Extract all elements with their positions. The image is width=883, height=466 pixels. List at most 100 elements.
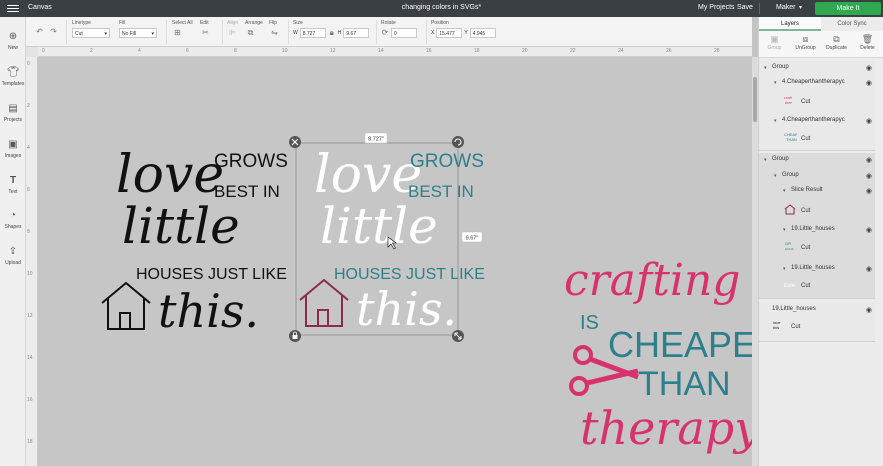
sidebar-item-projects[interactable]: ▤ Projects: [0, 103, 26, 123]
scrollbar-thumb[interactable]: [753, 77, 757, 122]
arrange-icon[interactable]: ⧉: [245, 28, 256, 38]
eye-icon[interactable]: ◉: [866, 117, 872, 125]
layer-row-group[interactable]: ▾ Group ◉: [759, 172, 875, 182]
ruler-tick-label: 0: [27, 61, 30, 67]
layer-row-slice-result[interactable]: ▾ Slice Result ◉: [759, 187, 875, 197]
delete-button[interactable]: 🗑︎ Delete: [852, 31, 883, 57]
y-input[interactable]: 4.945: [469, 28, 496, 38]
redo-icon[interactable]: ↷: [48, 27, 59, 37]
selected-design[interactable]: love GROWS BEST IN little HOUSES JUST LI…: [289, 132, 485, 342]
tab-layers[interactable]: Layers: [759, 17, 821, 31]
ruler-tick-label: 2: [90, 48, 93, 54]
lock-icon[interactable]: 🔒︎: [328, 28, 336, 38]
flip-label: Flip: [269, 20, 278, 26]
layer-name: Cut: [791, 324, 801, 330]
layer-name: Cut: [801, 99, 811, 105]
left-grows-text: GROWS: [214, 151, 288, 172]
layer-row-cut[interactable]: GR HOUS Cut: [759, 238, 875, 260]
chevron-down-icon[interactable]: ▾: [774, 118, 777, 124]
duplicate-button-label: Duplicate: [826, 45, 847, 51]
image-icon: ▣: [8, 139, 18, 150]
layer-row-little-houses[interactable]: ▾ 19.Little_houses ◉: [759, 265, 875, 275]
layer-row-cut[interactable]: love Cut: [759, 279, 875, 297]
my-projects-link[interactable]: My Projects: [698, 4, 735, 11]
layer-name: 19.Little_houses: [772, 306, 816, 312]
tab-color-sync[interactable]: Color Sync: [821, 17, 883, 31]
shirt-icon: 👕︎: [7, 67, 20, 78]
sidebar-item-text[interactable]: T Text: [0, 175, 26, 195]
left-love-text: love: [116, 145, 224, 205]
left-design[interactable]: love GROWS BEST IN little HOUSES JUST LI…: [101, 145, 288, 338]
rotate-handle-icon[interactable]: [452, 136, 464, 148]
rotate-icon: ⟳: [381, 28, 389, 37]
linetype-group: Linetype Cut ▾: [72, 20, 110, 38]
sidebar-item-upload[interactable]: ⇪ Upload: [0, 246, 26, 266]
sidebar-item-shapes[interactable]: ◔ Shapes: [0, 210, 26, 230]
linetype-label: Linetype: [72, 20, 91, 26]
layer-row-cut[interactable]: Cut: [759, 200, 875, 222]
group-button[interactable]: ▣ Group: [759, 31, 790, 57]
chevron-down-icon[interactable]: ▾: [774, 173, 777, 179]
width-dimension-label: 8.727": [368, 137, 384, 143]
ruler-tick-label: 16: [426, 48, 432, 54]
width-input[interactable]: 8.727: [299, 28, 326, 38]
sidebar-item-templates[interactable]: 👕︎ Templates: [0, 67, 26, 87]
eye-icon[interactable]: ◉: [866, 172, 872, 180]
scissors-icon[interactable]: ✂: [200, 28, 211, 38]
machine-select[interactable]: Maker: [776, 4, 795, 11]
layer-row-little-houses[interactable]: ▾ 19.Little_houses ◉: [759, 226, 875, 236]
fill-value: No Fill: [122, 31, 137, 37]
layer-row-group[interactable]: ▾ Group ◉: [759, 156, 875, 166]
eye-icon[interactable]: ◉: [866, 79, 872, 87]
right-cheaper-text: CHEAPER: [608, 324, 752, 365]
layers-panel: Layers Color Sync ▣ Group ⧈ UnGroup ⧉ Dupli…: [758, 17, 883, 466]
eye-icon[interactable]: ◉: [866, 187, 872, 195]
layer-row-little-houses[interactable]: 19.Little_houses ◉: [759, 306, 875, 316]
linetype-select[interactable]: Cut ▾: [72, 28, 110, 38]
layer-row-cut[interactable]: love this Cut: [759, 318, 875, 338]
layer-row-cut[interactable]: CHEAP THAN Cut: [759, 130, 875, 150]
chevron-down-icon[interactable]: ▾: [764, 65, 767, 71]
delete-handle-icon[interactable]: [289, 136, 301, 148]
arrange-group: Arrange ⧉: [245, 20, 263, 38]
lock-handle-icon[interactable]: [289, 330, 301, 342]
undo-icon[interactable]: ↶: [34, 27, 45, 37]
chevron-down-icon[interactable]: ▾: [799, 4, 802, 11]
eye-icon[interactable]: ◉: [866, 265, 872, 273]
height-input[interactable]: 9.67: [343, 28, 370, 38]
chevron-down-icon[interactable]: ▾: [764, 157, 767, 163]
topbar-divider: [759, 3, 760, 14]
select-all-icon[interactable]: ⊞: [172, 28, 183, 38]
rotate-input[interactable]: 0: [391, 28, 417, 38]
sidebar-item-new[interactable]: ⊕ New: [0, 31, 26, 51]
eye-icon[interactable]: ◉: [866, 306, 872, 314]
mid-little-text: little: [320, 197, 438, 255]
fill-select[interactable]: No Fill ▾: [119, 28, 157, 38]
layer-row-cut[interactable]: craft ther Cut: [759, 92, 875, 114]
align-icon[interactable]: ⊫: [227, 28, 238, 38]
flip-icon[interactable]: ⇋: [269, 28, 280, 38]
chevron-down-icon[interactable]: ▾: [783, 266, 786, 272]
duplicate-button[interactable]: ⧉ Duplicate: [821, 31, 852, 57]
layer-row-cheaper[interactable]: ▾ 4.Cheaperthantherapyc ◉: [759, 117, 875, 127]
eye-icon[interactable]: ◉: [866, 64, 872, 72]
layer-name: Slice Result: [791, 187, 823, 193]
save-button[interactable]: Save: [737, 4, 753, 11]
ruler-tick-label: 18: [27, 439, 33, 445]
design-canvas[interactable]: love GROWS BEST IN little HOUSES JUST LI…: [38, 57, 752, 466]
eye-icon[interactable]: ◉: [866, 156, 872, 164]
chevron-down-icon[interactable]: ▾: [783, 188, 786, 194]
chevron-down-icon[interactable]: ▾: [774, 80, 777, 86]
layer-row-cheaper[interactable]: ▾ 4.Cheaperthantherapyc ◉: [759, 79, 875, 89]
ruler-tick-label: 18: [474, 48, 480, 54]
x-input[interactable]: 15.477: [436, 28, 463, 38]
toolbar-divider: [288, 20, 289, 44]
eye-icon[interactable]: ◉: [866, 226, 872, 234]
make-it-button[interactable]: Make It: [815, 2, 881, 15]
right-design[interactable]: crafting IS CHEAPER THAN therapy: [564, 255, 752, 455]
chevron-down-icon[interactable]: ▾: [783, 227, 786, 233]
sidebar-item-images[interactable]: ▣ Images: [0, 139, 26, 159]
layer-row-group[interactable]: ▾ Group ◉: [759, 64, 875, 74]
resize-handle-icon[interactable]: [452, 330, 464, 342]
ungroup-button[interactable]: ⧈ UnGroup: [790, 31, 821, 57]
